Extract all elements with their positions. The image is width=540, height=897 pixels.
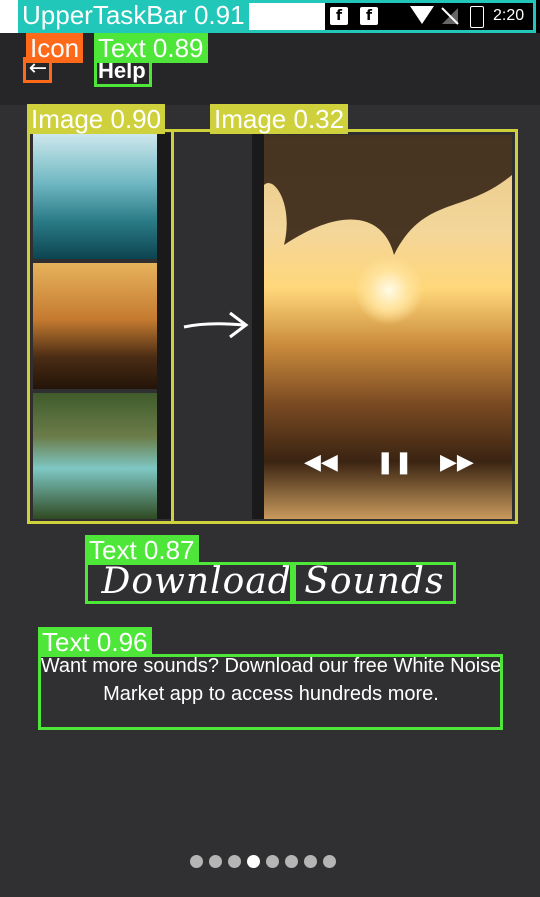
page-dot[interactable] — [285, 855, 298, 868]
page-dot[interactable] — [247, 855, 260, 868]
back-icon-annotation-label: Icon — [26, 33, 84, 63]
description-annotation-label: Text 0.96 — [38, 627, 152, 657]
page-indicator — [190, 855, 336, 869]
headline-annotation-box-2 — [293, 562, 456, 604]
page-dot[interactable] — [228, 855, 241, 868]
page-dot[interactable] — [209, 855, 222, 868]
status-bar-annotation-label: UpperTaskBar 0.91 — [18, 0, 249, 30]
page-dot[interactable] — [266, 855, 279, 868]
title-annotation-label: Text 0.89 — [94, 33, 208, 63]
page-dot[interactable] — [323, 855, 336, 868]
headline-annotation-label: Text 0.87 — [85, 535, 199, 565]
page-dot[interactable] — [304, 855, 317, 868]
status-bar: f f 2:20 UpperTaskBar 0.91 — [0, 0, 540, 33]
screen: f f 2:20 UpperTaskBar 0.91 ← Icon Help T… — [0, 0, 540, 897]
preview-annotation-label: Image 0.32 — [210, 104, 349, 134]
illustration-annotation-label: Image 0.90 — [27, 104, 166, 134]
description-annotation-box — [38, 654, 503, 730]
page-dot[interactable] — [190, 855, 203, 868]
headline-annotation-box-1 — [85, 562, 293, 604]
preview-annotation-box — [171, 129, 518, 524]
